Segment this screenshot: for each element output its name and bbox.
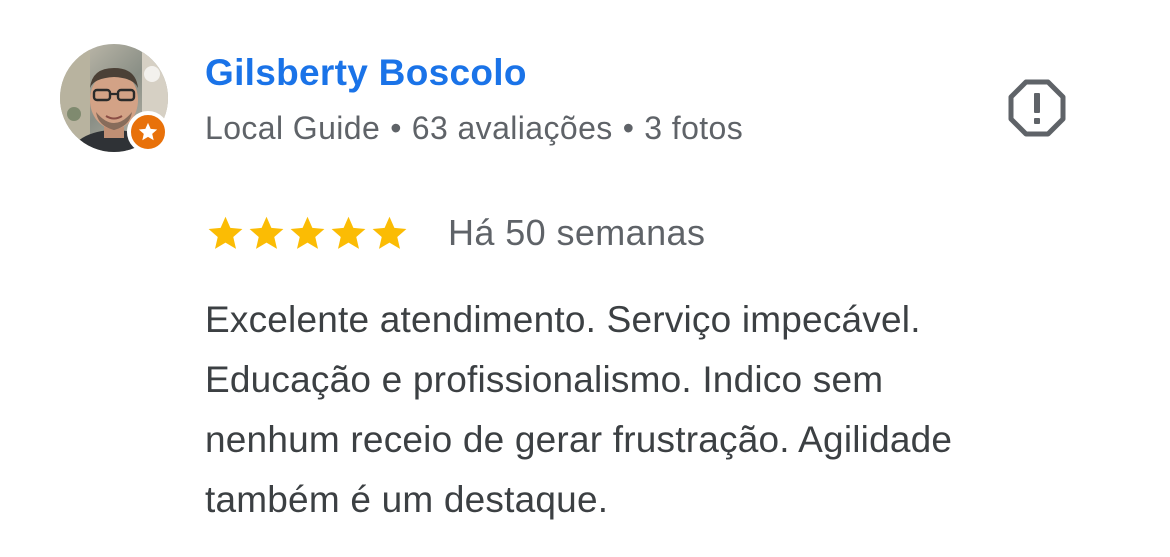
meta-separator: • (390, 110, 402, 146)
star-icon (208, 216, 243, 249)
star-icon (290, 216, 325, 249)
reviews-count: 63 avaliações (411, 110, 613, 146)
review-text-line: Excelente atendimento. Serviço impecável… (205, 299, 921, 340)
star-icon (331, 216, 366, 249)
review-text: Excelente atendimento. Serviço impecável… (205, 290, 1105, 530)
rating-row: Há 50 semanas (205, 208, 705, 258)
photos-count: 3 fotos (644, 110, 744, 146)
author-name[interactable]: Gilsberty Boscolo (205, 50, 527, 96)
review-text-line: também é um destaque. (205, 479, 609, 520)
local-guide-star-icon (127, 111, 169, 153)
review-text-line: Educação e profissionalismo. Indico sem (205, 359, 884, 400)
local-guide-label: Local Guide (205, 110, 381, 146)
report-button[interactable] (1005, 76, 1069, 140)
star-icon (249, 216, 284, 249)
review-card: Gilsberty Boscolo Local Guide • 63 avaliaç… (0, 0, 1170, 557)
review-text-line: nenhum receio de gerar frustração. Agili… (205, 419, 953, 460)
star-icon (372, 216, 407, 249)
meta-separator: • (622, 110, 635, 146)
star-rating (205, 213, 410, 254)
author-meta: Local Guide • 63 avaliações • 3 fotos (205, 106, 743, 150)
review-time: Há 50 semanas (448, 212, 706, 253)
report-octagon-icon (1008, 79, 1066, 137)
